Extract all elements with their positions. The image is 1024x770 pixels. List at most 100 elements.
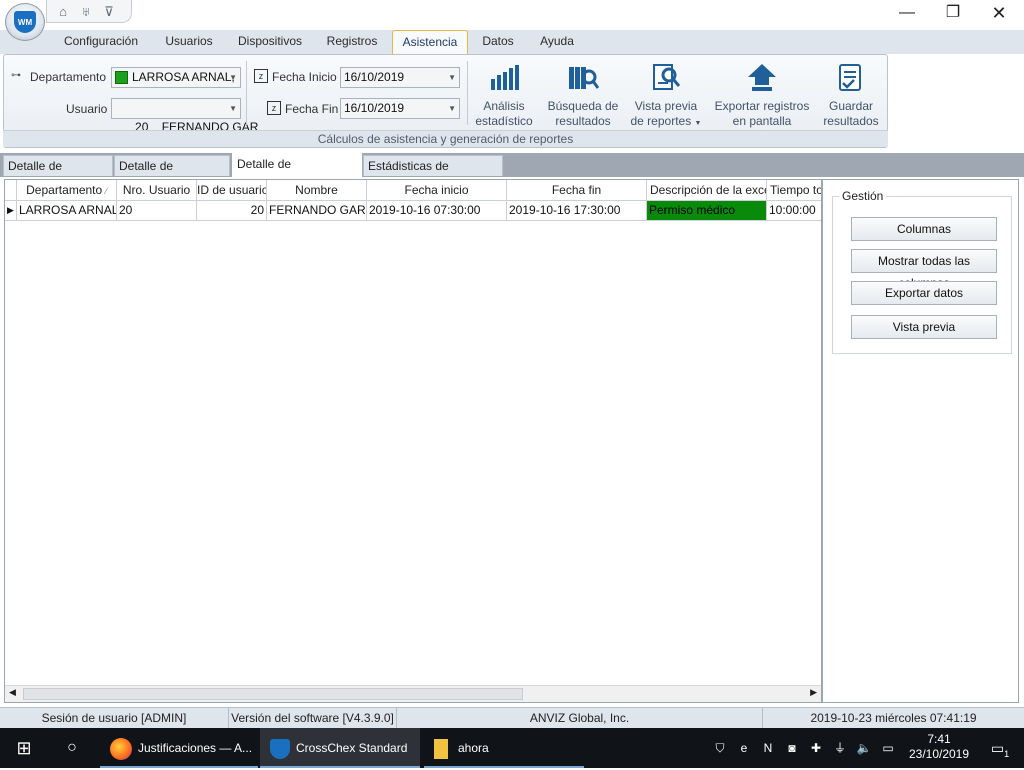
company-status: ANVIZ Global, Inc.: [397, 708, 763, 729]
table-cell[interactable]: 2019-10-16 07:30:00: [367, 201, 507, 221]
department-label: Departamento: [30, 70, 107, 84]
taskbar: ⊞ ○ Justificaciones — A... CrossChex Sta…: [0, 728, 1024, 768]
management-title: Gestión: [839, 189, 887, 203]
row-selector-icon: ▶: [5, 201, 17, 221]
session-status: Sesión de usuario [ADMIN]: [0, 708, 229, 729]
search-books-icon: [567, 63, 600, 93]
search-results-button[interactable]: Búsqueda de resultados: [544, 63, 622, 129]
row-indicator-header: [5, 180, 17, 201]
crosschex-icon: [270, 738, 290, 759]
grid-header: Departamento ⁄ Nro. Usuario ID de usuari…: [5, 180, 821, 201]
quick-access-toolbar: ⌂ ♅ ⊽: [46, 0, 132, 23]
tab-ayuda[interactable]: Ayuda: [532, 30, 582, 54]
network-icon[interactable]: ▭: [880, 740, 896, 756]
chevron-down-icon: ▼: [694, 120, 702, 127]
button-label: estadístico: [475, 114, 533, 128]
save-results-button[interactable]: Guardar resultados: [818, 63, 884, 129]
windows-start-icon[interactable]: ⊞: [0, 728, 48, 768]
management-panel: Gestión Columnas Mostrar todas las colum…: [822, 179, 1019, 703]
title-bar: ⌂ ♅ ⊽ — ❐ ✕: [0, 0, 1024, 30]
scroll-left-icon[interactable]: ◀: [9, 687, 16, 698]
firefox-icon: [110, 737, 132, 760]
tab-configuracion[interactable]: Configuración: [55, 30, 147, 54]
search-icon[interactable]: ○: [48, 728, 96, 768]
department-combo[interactable]: LARROSA ARNAL, ▼: [111, 67, 241, 88]
volume-icon[interactable]: 🔈: [856, 740, 872, 756]
preview-button[interactable]: Vista previa: [851, 315, 997, 339]
save-report-icon: [835, 63, 867, 93]
app-logo-button[interactable]: WM: [5, 3, 45, 41]
system-clock[interactable]: 7:41 23/10/2019: [904, 728, 974, 768]
columns-button[interactable]: Columnas: [851, 217, 997, 241]
button-label: de reportes ▼: [630, 114, 702, 128]
chevron-down-icon: ▼: [229, 73, 237, 82]
status-bar: Sesión de usuario [ADMIN] Versión del so…: [0, 707, 1024, 729]
column-header-departamento[interactable]: Departamento ⁄: [17, 180, 117, 201]
scroll-right-icon[interactable]: ▶: [810, 687, 817, 698]
tab-usuarios[interactable]: Usuarios: [157, 30, 221, 54]
notifications-icon[interactable]: ▭1: [980, 728, 1020, 768]
button-label: Búsqueda de: [547, 99, 619, 113]
dropdown-menu-icon[interactable]: ⊽: [101, 4, 117, 19]
start-date-picker[interactable]: 16/10/2019 ▼: [340, 67, 460, 88]
table-cell[interactable]: 20: [117, 201, 197, 221]
exception-description-cell[interactable]: Permiso médico: [647, 201, 767, 221]
clock-time: 7:41: [927, 732, 951, 746]
table-cell[interactable]: 2019-10-16 17:30:00: [507, 201, 647, 221]
tab-dispositivos[interactable]: Dispositivos: [230, 30, 310, 54]
calendar-icon: z: [267, 101, 281, 115]
subtab-detalle-registros[interactable]: Detalle de registros: [3, 155, 113, 194]
tab-registros[interactable]: Registros: [319, 30, 385, 54]
exceptions-grid: Departamento ⁄ Nro. Usuario ID de usuari…: [4, 179, 822, 703]
close-button[interactable]: ✕: [976, 0, 1022, 26]
column-header-fecha-fin[interactable]: Fecha fin: [507, 180, 647, 201]
folder-icon: [434, 738, 448, 759]
tab-datos[interactable]: Datos: [476, 30, 520, 54]
user-label: Usuario: [66, 102, 108, 116]
subtab-estadisticas-asistencia[interactable]: Estádisticas de asistencia: [363, 155, 503, 194]
column-header-descripcion[interactable]: Descripción de la excepción: [647, 180, 767, 201]
tab-asistencia[interactable]: Asistencia: [392, 30, 468, 54]
ribbon-tabs: Configuración Usuarios Dispositivos Regi…: [0, 30, 1024, 54]
column-header-nro-usuario[interactable]: Nro. Usuario: [117, 180, 197, 201]
department-value: LARROSA ARNAL,: [132, 70, 235, 84]
end-date-value: 16/10/2019: [344, 101, 405, 115]
onenote-tray-icon[interactable]: N: [760, 740, 776, 756]
table-cell[interactable]: 20: [197, 201, 267, 221]
button-label: Guardar: [828, 99, 874, 113]
edge-tray-icon[interactable]: e: [736, 740, 752, 756]
column-header-fecha-inicio[interactable]: Fecha inicio: [367, 180, 507, 201]
end-date-picker[interactable]: 16/10/2019 ▼: [340, 98, 460, 119]
column-header-id-usuario[interactable]: ID de usuario: [197, 180, 267, 201]
button-label: resultados: [555, 114, 611, 128]
remote-tray-icon[interactable]: ◙: [784, 740, 800, 756]
version-status: Versión del software [V4.3.9.0]: [229, 708, 397, 729]
table-cell[interactable]: 10:00:00: [767, 201, 821, 221]
minimize-button[interactable]: —: [884, 0, 930, 26]
scrollbar-thumb[interactable]: [23, 688, 523, 700]
export-screen-records-button[interactable]: Exportar registros en pantalla: [710, 63, 814, 129]
anviz-tray-icon[interactable]: ⛉: [712, 740, 728, 756]
taskbar-item-firefox[interactable]: Justificaciones — A...: [100, 728, 258, 768]
user-combo[interactable]: 20 FERNANDO GAR ▼: [111, 98, 258, 134]
table-cell[interactable]: LARROSA ARNAL,: [17, 201, 117, 221]
usb-tray-icon[interactable]: ⏚: [832, 740, 848, 756]
home-icon[interactable]: ⌂: [55, 4, 71, 19]
statistical-analysis-button[interactable]: Análisis estadístico: [470, 63, 538, 129]
table-cell[interactable]: FERNANDO GARCIA: [267, 201, 367, 221]
column-header-nombre[interactable]: Nombre: [267, 180, 367, 201]
maximize-button[interactable]: ❐: [930, 0, 976, 26]
show-all-columns-button[interactable]: Mostrar todas las columnas: [851, 249, 997, 290]
taskbar-item-folder[interactable]: ahora: [424, 728, 584, 768]
tools-icon[interactable]: ♅: [78, 4, 94, 19]
export-data-button[interactable]: Exportar datos: [851, 281, 997, 305]
security-tray-icon[interactable]: ✚: [808, 740, 824, 756]
horizontal-scrollbar[interactable]: ◀ ▶: [5, 685, 821, 702]
taskbar-item-crosschex[interactable]: CrossChex Standard: [260, 728, 420, 768]
subtab-detalle-asistencia[interactable]: Detalle de asistencia: [114, 155, 230, 194]
preview-icon: [650, 63, 682, 93]
report-preview-button[interactable]: Vista previa de reportes ▼: [628, 63, 704, 131]
column-header-tiempo-total[interactable]: Tiempo total: [767, 180, 821, 201]
subtab-detalle-excepciones[interactable]: Detalle de excepciones: [232, 153, 362, 192]
button-label: Exportar registros: [714, 99, 810, 113]
